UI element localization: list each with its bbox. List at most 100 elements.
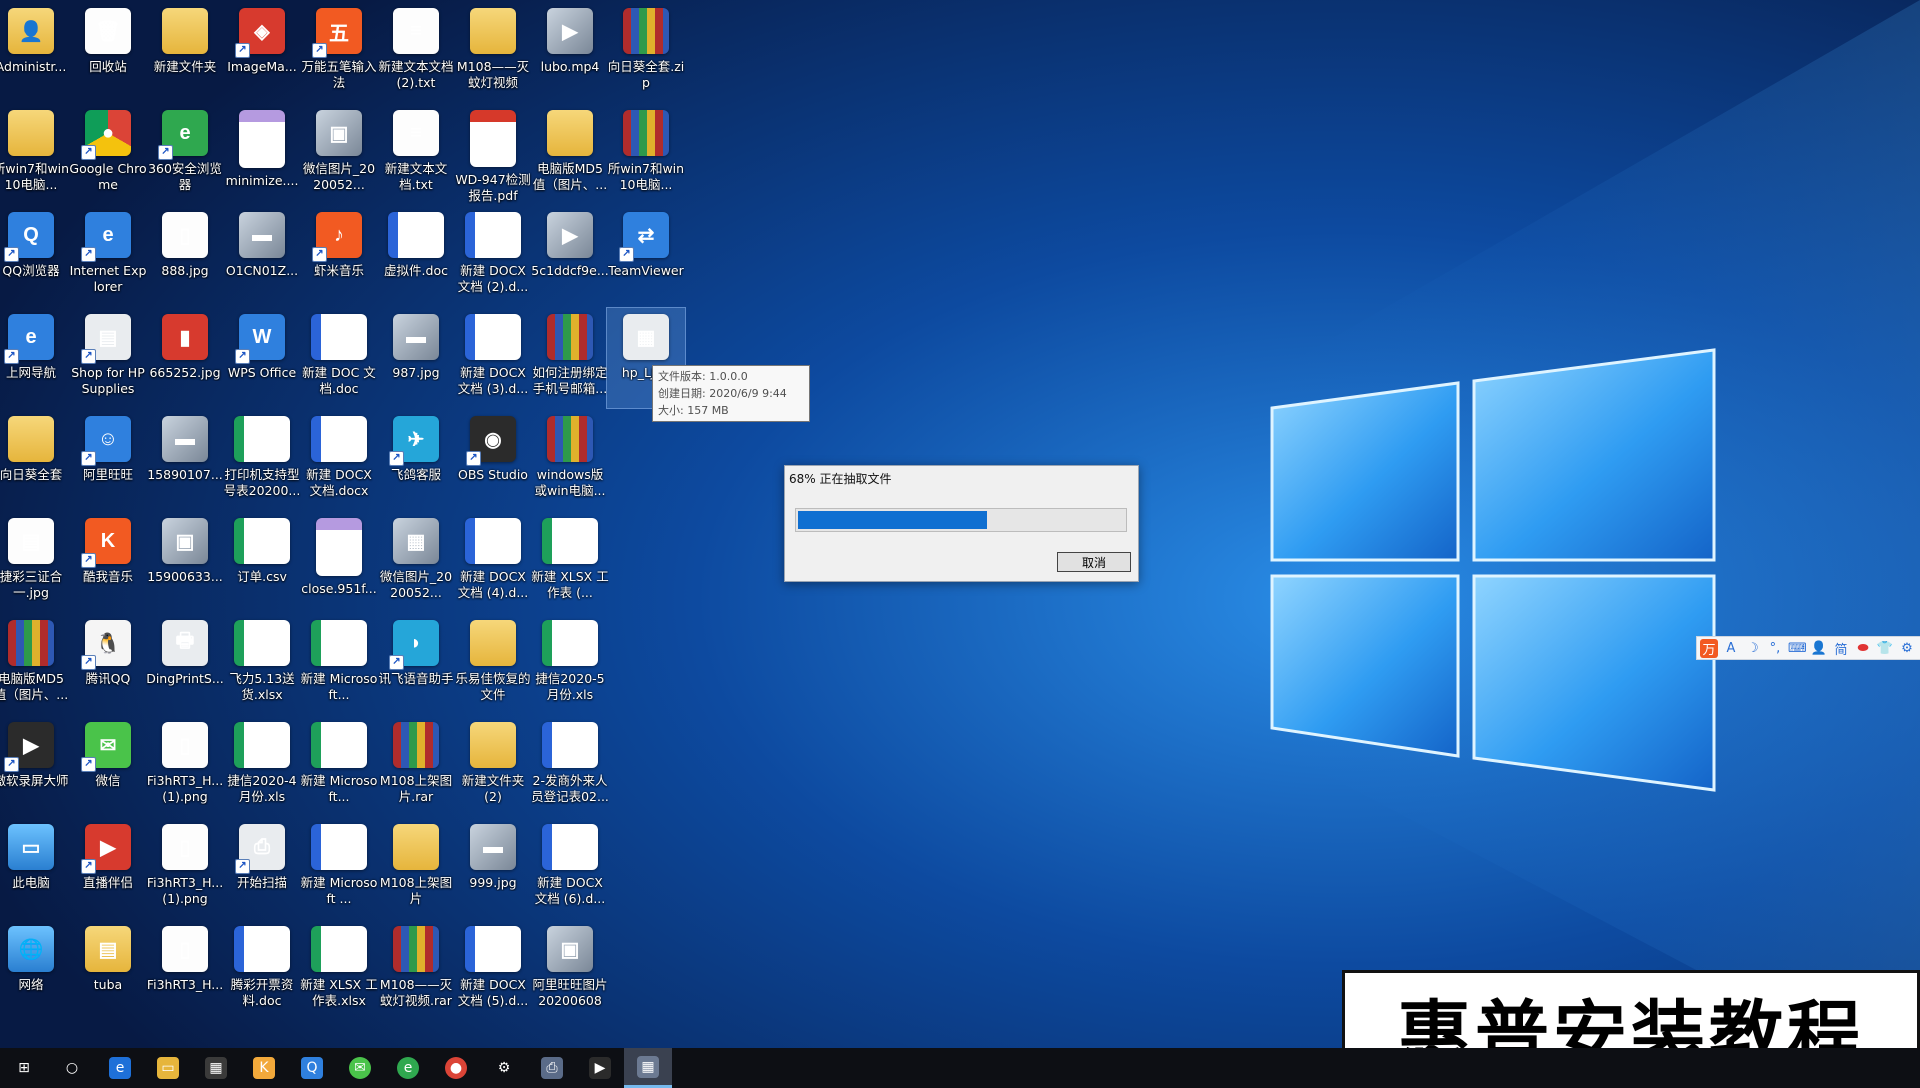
desktop-icon[interactable]: windows版或win电脑... (531, 410, 609, 510)
desktop-icon[interactable]: ▬ 987.jpg (377, 308, 455, 408)
desktop-icon[interactable]: ▣ 微信图片_2020052... (300, 104, 378, 204)
desktop-icon[interactable]: ▣ 15900633... (146, 512, 224, 612)
desktop-icon[interactable]: 新建文件夹 (146, 2, 224, 102)
desktop-icon[interactable]: W 新建 DOC 文档.doc (300, 308, 378, 408)
desktop-icon[interactable]: ▯ Fi3hRT3_H... (1).png (146, 818, 224, 918)
desktop-icon[interactable]: ◈ ↗ ImageMa... (223, 2, 301, 102)
desktop-icon[interactable]: S 新建 Microsoft... (300, 716, 378, 816)
chrome-taskbar[interactable]: ● (432, 1048, 480, 1088)
desktop-icon[interactable]: W 虚拟件.doc (377, 206, 455, 306)
desktop-icon[interactable]: 如何注册绑定手机号邮箱... (531, 308, 609, 408)
ime-toolbar-item-icon[interactable]: ☽ (1744, 641, 1762, 656)
desktop-icon[interactable]: S 捷信2020-4月份.xls (223, 716, 301, 816)
desktop-icon[interactable]: 所win7和win10电脑... (607, 104, 685, 204)
settings-taskbar[interactable]: ⚙ (480, 1048, 528, 1088)
store-taskbar[interactable]: ▦ (192, 1048, 240, 1088)
desktop-icon[interactable]: M108——灭蚊灯视频 (454, 2, 532, 102)
desktop-icon[interactable]: ▬ O1CN01Z... (223, 206, 301, 306)
desktop-icon[interactable]: S 新建 XLSX 工作表 (... (531, 512, 609, 612)
desktop-icon[interactable]: 电脑版MD5值（图片、... (0, 614, 70, 714)
edge-taskbar[interactable]: e (96, 1048, 144, 1088)
desktop-icon[interactable]: ▬ 999.jpg (454, 818, 532, 918)
desktop-icon[interactable]: ⎙ ↗ 开始扫描 (223, 818, 301, 918)
desktop-icon[interactable]: ✈ ↗ 飞鸽客服 (377, 410, 455, 510)
desktop-icon[interactable]: 电脑版MD5值（图片、... (531, 104, 609, 204)
start-button[interactable]: ⊞ (0, 1048, 48, 1088)
cortana-button[interactable]: ○ (48, 1048, 96, 1088)
installer-taskbar[interactable]: ▦ (624, 1048, 672, 1088)
ime-toolbar-item-icon[interactable]: ⬬ (1854, 641, 1872, 656)
desktop-icon[interactable]: 所win7和win10电脑... (0, 104, 70, 204)
ime-toolbar-item-icon[interactable]: A (1722, 641, 1740, 656)
desktop-icon[interactable]: W ↗ WPS Office (223, 308, 301, 408)
desktop-icon[interactable]: M108上架图片.rar (377, 716, 455, 816)
desktop-icon[interactable]: 🖶 DingPrintS... (146, 614, 224, 714)
desktop-icon[interactable]: W 新建 DOCX 文档.docx (300, 410, 378, 510)
ime-toolbar-item-icon[interactable]: °, (1766, 641, 1784, 656)
desktop-icon[interactable]: 🗑 回收站 (69, 2, 147, 102)
desktop-icon[interactable]: ▤ ↗ Shop for HP Supplies (69, 308, 147, 408)
desktop-icon[interactable]: ♪ ↗ 虾米音乐 (300, 206, 378, 306)
desktop-icon[interactable]: S 订单.csv (223, 512, 301, 612)
ime-toolbar-item-icon[interactable]: 简 (1832, 639, 1850, 658)
desktop-icon[interactable]: M108——灭蚊灯视频.rar (377, 920, 455, 1020)
desktop-icon[interactable]: W 新建 DOCX 文档 (2).d... (454, 206, 532, 306)
desktop-icon[interactable]: Q ↗ QQ浏览器 (0, 206, 70, 306)
desktop-icon[interactable]: ≡ 新建文本文档 (2).txt (377, 2, 455, 102)
desktop-icon[interactable]: ✉ ↗ 微信 (69, 716, 147, 816)
desktop-icon[interactable]: ▯ 888.jpg (146, 206, 224, 306)
desktop-icon[interactable]: W 新建 DOCX 文档 (5).d... (454, 920, 532, 1020)
360-taskbar[interactable]: e (384, 1048, 432, 1088)
printer-taskbar[interactable]: ⎙ (528, 1048, 576, 1088)
desktop-icon[interactable]: ≡ 新建文本文档.txt (377, 104, 455, 204)
desktop-icon[interactable]: 🌐 网络 (0, 920, 70, 1020)
desktop-icon[interactable]: 五 ↗ 万能五笔输入法 (300, 2, 378, 102)
desktop-icon[interactable]: ▯ Fi3hRT3_H... (1).png (146, 716, 224, 816)
qqbrowser-taskbar[interactable]: Q (288, 1048, 336, 1088)
desktop-icon[interactable]: ▣ 阿里旺旺图片202006081... (531, 920, 609, 1020)
desktop-icon[interactable]: S 飞力5.13送货.xlsx (223, 614, 301, 714)
desktop-icon[interactable]: ▬ 15890107... (146, 410, 224, 510)
desktop-icon[interactable]: 🐧 ↗ 腾讯QQ (69, 614, 147, 714)
desktop-icon[interactable]: ▯ Fi3hRT3_H... (146, 920, 224, 1020)
desktop-icon[interactable]: K ↗ 酷我音乐 (69, 512, 147, 612)
desktop-icon[interactable]: S 新建 XLSX 工作表.xlsx (300, 920, 378, 1020)
ime-toolbar-item-icon[interactable]: ⌨ (1788, 641, 1807, 656)
desktop-icon[interactable]: ⇄ ↗ TeamViewer (607, 206, 685, 306)
desktop-icon[interactable]: ▮ 665252.jpg (146, 308, 224, 408)
desktop-icon[interactable]: ▦ 微信图片_2020052... (377, 512, 455, 612)
desktop-icon[interactable]: S 捷信2020-5月份.xls (531, 614, 609, 714)
desktop-icon[interactable]: W 2-发商外来人员登记表02... (531, 716, 609, 816)
desktop-icon[interactable]: W 腾彩开票资料.doc (223, 920, 301, 1020)
desktop-icon[interactable]: e ↗ 360安全浏览器 (146, 104, 224, 204)
desktop-icon[interactable]: ▭ 此电脑 (0, 818, 70, 918)
ime-toolbar-item-icon[interactable]: ⚙ (1898, 641, 1916, 656)
explorer-taskbar[interactable]: ▭ (144, 1048, 192, 1088)
recorder-taskbar[interactable]: ▶ (576, 1048, 624, 1088)
kuwo-taskbar[interactable]: K (240, 1048, 288, 1088)
desktop-icon[interactable]: W 新建 Microsoft ... (300, 818, 378, 918)
desktop-icon[interactable]: ◗ ↗ 讯飞语音助手 (377, 614, 455, 714)
desktop-icon[interactable]: W 新建 DOCX 文档 (6).d... (531, 818, 609, 918)
desktop-icon[interactable]: SVG close.951f... (300, 512, 378, 612)
desktop-icon[interactable]: M108上架图片 (377, 818, 455, 918)
desktop-icon[interactable]: 向日葵全套.zip (607, 2, 685, 102)
ime-toolbar-item-icon[interactable]: 👕 (1876, 641, 1894, 656)
desktop-icon[interactable]: ▶ lubo.mp4 (531, 2, 609, 102)
ime-toolbar-item-icon[interactable]: 👤 (1810, 641, 1828, 656)
desktop-icon[interactable]: ☺ ↗ 阿里旺旺 (69, 410, 147, 510)
desktop-icon[interactable]: 新建文件夹 (2) (454, 716, 532, 816)
desktop-icon[interactable]: S 打印机支持型号表20200... (223, 410, 301, 510)
desktop-icon[interactable]: W 新建 DOCX 文档 (3).d... (454, 308, 532, 408)
desktop-icon[interactable]: 向日葵全套 (0, 410, 70, 510)
desktop-icon[interactable]: 👤 Administr... (0, 2, 70, 102)
desktop-icon[interactable]: ▶ ↗ 直播伴侣 (69, 818, 147, 918)
desktop-icon[interactable]: 乐易佳恢复的文件 (454, 614, 532, 714)
desktop-icon[interactable]: e ↗ 上网导航 (0, 308, 70, 408)
desktop-icon[interactable]: W 新建 DOCX 文档 (4).d... (454, 512, 532, 612)
wechat-taskbar[interactable]: ✉ (336, 1048, 384, 1088)
desktop-icon[interactable]: PDF WD-947检测报告.pdf (454, 104, 532, 204)
desktop-icon[interactable]: ◉ ↗ OBS Studio (454, 410, 532, 510)
ime-toolbar-item-icon[interactable]: 万 (1700, 638, 1718, 658)
desktop-icon[interactable]: ● ↗ Google Chrome (69, 104, 147, 204)
